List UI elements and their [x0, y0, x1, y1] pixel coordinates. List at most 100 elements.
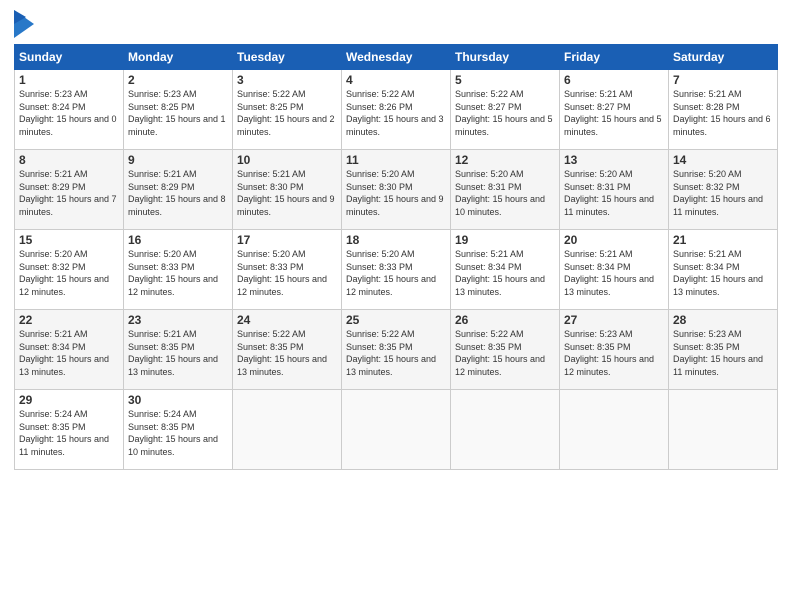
- day-info: Sunrise: 5:22 AMSunset: 8:25 PMDaylight:…: [237, 89, 335, 137]
- day-info: Sunrise: 5:23 AMSunset: 8:35 PMDaylight:…: [673, 329, 763, 377]
- day-number: 21: [673, 233, 773, 247]
- day-number: 26: [455, 313, 555, 327]
- day-number: 20: [564, 233, 664, 247]
- day-number: 12: [455, 153, 555, 167]
- calendar-cell: 14 Sunrise: 5:20 AMSunset: 8:32 PMDaylig…: [669, 150, 778, 230]
- day-info: Sunrise: 5:22 AMSunset: 8:35 PMDaylight:…: [346, 329, 436, 377]
- calendar-cell: 21 Sunrise: 5:21 AMSunset: 8:34 PMDaylig…: [669, 230, 778, 310]
- day-number: 1: [19, 73, 119, 87]
- day-info: Sunrise: 5:21 AMSunset: 8:34 PMDaylight:…: [19, 329, 109, 377]
- calendar-header: SundayMondayTuesdayWednesdayThursdayFrid…: [15, 45, 778, 70]
- day-info: Sunrise: 5:22 AMSunset: 8:35 PMDaylight:…: [237, 329, 327, 377]
- calendar-cell: 8 Sunrise: 5:21 AMSunset: 8:29 PMDayligh…: [15, 150, 124, 230]
- header-thursday: Thursday: [451, 45, 560, 70]
- day-number: 17: [237, 233, 337, 247]
- calendar-cell: 29 Sunrise: 5:24 AMSunset: 8:35 PMDaylig…: [15, 390, 124, 470]
- header-wednesday: Wednesday: [342, 45, 451, 70]
- day-info: Sunrise: 5:20 AMSunset: 8:31 PMDaylight:…: [564, 169, 654, 217]
- day-number: 11: [346, 153, 446, 167]
- calendar-cell: 5 Sunrise: 5:22 AMSunset: 8:27 PMDayligh…: [451, 70, 560, 150]
- calendar-cell: 10 Sunrise: 5:21 AMSunset: 8:30 PMDaylig…: [233, 150, 342, 230]
- day-info: Sunrise: 5:23 AMSunset: 8:24 PMDaylight:…: [19, 89, 117, 137]
- day-info: Sunrise: 5:20 AMSunset: 8:32 PMDaylight:…: [673, 169, 763, 217]
- week-row-1: 1 Sunrise: 5:23 AMSunset: 8:24 PMDayligh…: [15, 70, 778, 150]
- calendar-cell: 7 Sunrise: 5:21 AMSunset: 8:28 PMDayligh…: [669, 70, 778, 150]
- header-friday: Friday: [560, 45, 669, 70]
- day-number: 30: [128, 393, 228, 407]
- day-number: 2: [128, 73, 228, 87]
- day-number: 15: [19, 233, 119, 247]
- day-number: 3: [237, 73, 337, 87]
- calendar-cell: 13 Sunrise: 5:20 AMSunset: 8:31 PMDaylig…: [560, 150, 669, 230]
- calendar-cell: 12 Sunrise: 5:20 AMSunset: 8:31 PMDaylig…: [451, 150, 560, 230]
- day-info: Sunrise: 5:20 AMSunset: 8:33 PMDaylight:…: [346, 249, 436, 297]
- day-number: 28: [673, 313, 773, 327]
- logo-icon: [14, 10, 34, 38]
- day-number: 16: [128, 233, 228, 247]
- calendar-cell: 2 Sunrise: 5:23 AMSunset: 8:25 PMDayligh…: [124, 70, 233, 150]
- calendar-cell: [233, 390, 342, 470]
- week-row-2: 8 Sunrise: 5:21 AMSunset: 8:29 PMDayligh…: [15, 150, 778, 230]
- week-row-3: 15 Sunrise: 5:20 AMSunset: 8:32 PMDaylig…: [15, 230, 778, 310]
- day-number: 4: [346, 73, 446, 87]
- calendar-cell: 1 Sunrise: 5:23 AMSunset: 8:24 PMDayligh…: [15, 70, 124, 150]
- calendar-cell: 9 Sunrise: 5:21 AMSunset: 8:29 PMDayligh…: [124, 150, 233, 230]
- calendar-cell: 19 Sunrise: 5:21 AMSunset: 8:34 PMDaylig…: [451, 230, 560, 310]
- day-number: 9: [128, 153, 228, 167]
- header: [14, 10, 778, 38]
- calendar-cell: 15 Sunrise: 5:20 AMSunset: 8:32 PMDaylig…: [15, 230, 124, 310]
- week-row-5: 29 Sunrise: 5:24 AMSunset: 8:35 PMDaylig…: [15, 390, 778, 470]
- day-info: Sunrise: 5:21 AMSunset: 8:27 PMDaylight:…: [564, 89, 662, 137]
- logo: [14, 10, 36, 38]
- calendar-table: SundayMondayTuesdayWednesdayThursdayFrid…: [14, 44, 778, 470]
- day-info: Sunrise: 5:21 AMSunset: 8:30 PMDaylight:…: [237, 169, 335, 217]
- calendar-cell: 25 Sunrise: 5:22 AMSunset: 8:35 PMDaylig…: [342, 310, 451, 390]
- day-number: 10: [237, 153, 337, 167]
- calendar-cell: 16 Sunrise: 5:20 AMSunset: 8:33 PMDaylig…: [124, 230, 233, 310]
- calendar-cell: 17 Sunrise: 5:20 AMSunset: 8:33 PMDaylig…: [233, 230, 342, 310]
- day-info: Sunrise: 5:21 AMSunset: 8:35 PMDaylight:…: [128, 329, 218, 377]
- day-number: 5: [455, 73, 555, 87]
- calendar-cell: 22 Sunrise: 5:21 AMSunset: 8:34 PMDaylig…: [15, 310, 124, 390]
- calendar-cell: 6 Sunrise: 5:21 AMSunset: 8:27 PMDayligh…: [560, 70, 669, 150]
- calendar-cell: [560, 390, 669, 470]
- day-info: Sunrise: 5:21 AMSunset: 8:28 PMDaylight:…: [673, 89, 771, 137]
- day-info: Sunrise: 5:21 AMSunset: 8:34 PMDaylight:…: [455, 249, 545, 297]
- day-number: 18: [346, 233, 446, 247]
- calendar-cell: 20 Sunrise: 5:21 AMSunset: 8:34 PMDaylig…: [560, 230, 669, 310]
- calendar-cell: 28 Sunrise: 5:23 AMSunset: 8:35 PMDaylig…: [669, 310, 778, 390]
- calendar-cell: 23 Sunrise: 5:21 AMSunset: 8:35 PMDaylig…: [124, 310, 233, 390]
- calendar-cell: 27 Sunrise: 5:23 AMSunset: 8:35 PMDaylig…: [560, 310, 669, 390]
- header-monday: Monday: [124, 45, 233, 70]
- header-row: SundayMondayTuesdayWednesdayThursdayFrid…: [15, 45, 778, 70]
- calendar-cell: [342, 390, 451, 470]
- day-info: Sunrise: 5:23 AMSunset: 8:35 PMDaylight:…: [564, 329, 654, 377]
- day-number: 6: [564, 73, 664, 87]
- header-tuesday: Tuesday: [233, 45, 342, 70]
- day-info: Sunrise: 5:22 AMSunset: 8:35 PMDaylight:…: [455, 329, 545, 377]
- day-info: Sunrise: 5:20 AMSunset: 8:32 PMDaylight:…: [19, 249, 109, 297]
- day-info: Sunrise: 5:21 AMSunset: 8:34 PMDaylight:…: [564, 249, 654, 297]
- day-info: Sunrise: 5:22 AMSunset: 8:27 PMDaylight:…: [455, 89, 553, 137]
- page: SundayMondayTuesdayWednesdayThursdayFrid…: [0, 0, 792, 612]
- day-number: 22: [19, 313, 119, 327]
- day-info: Sunrise: 5:21 AMSunset: 8:29 PMDaylight:…: [128, 169, 226, 217]
- calendar-cell: [669, 390, 778, 470]
- day-info: Sunrise: 5:21 AMSunset: 8:34 PMDaylight:…: [673, 249, 763, 297]
- day-info: Sunrise: 5:20 AMSunset: 8:31 PMDaylight:…: [455, 169, 545, 217]
- header-sunday: Sunday: [15, 45, 124, 70]
- header-saturday: Saturday: [669, 45, 778, 70]
- day-number: 7: [673, 73, 773, 87]
- day-number: 14: [673, 153, 773, 167]
- day-info: Sunrise: 5:24 AMSunset: 8:35 PMDaylight:…: [128, 409, 218, 457]
- calendar-cell: [451, 390, 560, 470]
- calendar-cell: 18 Sunrise: 5:20 AMSunset: 8:33 PMDaylig…: [342, 230, 451, 310]
- calendar-cell: 24 Sunrise: 5:22 AMSunset: 8:35 PMDaylig…: [233, 310, 342, 390]
- day-info: Sunrise: 5:22 AMSunset: 8:26 PMDaylight:…: [346, 89, 444, 137]
- calendar-cell: 26 Sunrise: 5:22 AMSunset: 8:35 PMDaylig…: [451, 310, 560, 390]
- day-info: Sunrise: 5:20 AMSunset: 8:33 PMDaylight:…: [237, 249, 327, 297]
- day-info: Sunrise: 5:20 AMSunset: 8:30 PMDaylight:…: [346, 169, 444, 217]
- day-number: 8: [19, 153, 119, 167]
- week-row-4: 22 Sunrise: 5:21 AMSunset: 8:34 PMDaylig…: [15, 310, 778, 390]
- day-info: Sunrise: 5:20 AMSunset: 8:33 PMDaylight:…: [128, 249, 218, 297]
